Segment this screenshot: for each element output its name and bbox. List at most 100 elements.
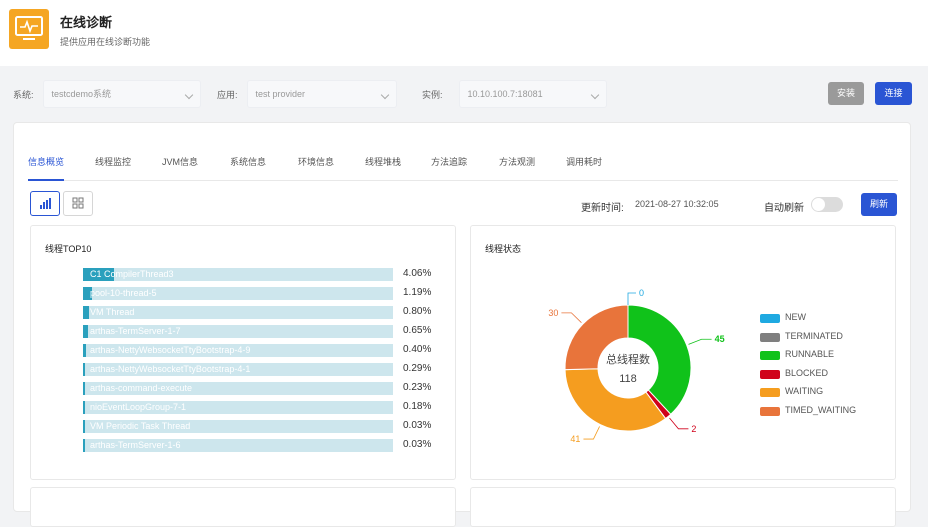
pie-value-label: 45 <box>715 334 725 344</box>
thread-bar-track: arthas-TermServer-1-7 <box>83 325 393 338</box>
monitor-icon <box>9 9 49 49</box>
thread-top10-title: 线程TOP10 <box>45 244 92 254</box>
pie-label-line <box>688 338 712 345</box>
thread-pct: 0.03% <box>403 439 432 450</box>
auto-refresh-toggle[interactable] <box>811 197 843 212</box>
legend-swatch <box>760 388 780 397</box>
app-label: 应用: <box>217 89 238 100</box>
thread-state-card: 线程状态 45 2 41 30 0 总线程数 118 NEW TERMINATED RUNNAB… <box>470 225 896 480</box>
thread-pct: 0.03% <box>403 420 432 431</box>
thread-bar-fill <box>83 325 89 338</box>
thread-bar-track: arthas-NettyWebsocketTtyBootstrap-4-1 <box>83 363 393 376</box>
page-title: 在线诊断 <box>60 15 113 30</box>
pie-value-label: 30 <box>548 308 558 318</box>
tab-system-info[interactable]: 系统信息 <box>230 155 266 181</box>
tab-bar: 信息概览 线程监控 JVM信息 系统信息 环境信息 线程堆栈 方法追踪 方法观测… <box>28 155 898 181</box>
thread-name: VM Periodic Task Thread <box>90 421 191 431</box>
pie-value-label: 41 <box>570 434 580 444</box>
thread-bar-track: C1 CompilerThread3 <box>83 268 393 281</box>
thread-state-donut: 45 2 41 30 0 总线程数 118 <box>548 288 725 444</box>
instance-select[interactable]: 10.10.100.7:18081 <box>458 80 607 108</box>
app-select[interactable]: test provider <box>246 80 397 108</box>
thread-name: VM Thread <box>90 307 135 317</box>
legend-text: BLOCKED <box>785 367 829 378</box>
update-time-label: 更新时间: <box>581 203 624 214</box>
tab-thread-stack[interactable]: 线程堆栈 <box>365 155 401 181</box>
system-select-value: testcdemo系统 <box>51 89 112 99</box>
thread-bar-track: pool-10-thread-5 <box>83 287 393 300</box>
page-subtitle: 提供应用在线诊断功能 <box>60 37 151 47</box>
thread-name: arthas-TermServer-1-6 <box>90 440 181 450</box>
thread-bar-track: arthas-command-execute <box>83 382 393 395</box>
grid-view-toggle[interactable] <box>63 191 93 216</box>
chevron-down-icon <box>590 90 599 100</box>
thread-bar-fill <box>83 439 85 452</box>
system-filter: 系统: testcdemo系统 <box>13 80 201 108</box>
thread-bar-track: arthas-TermServer-1-6 <box>83 439 393 452</box>
chart-view-toggle[interactable] <box>30 191 60 216</box>
tab-method-trace[interactable]: 方法追踪 <box>431 155 467 181</box>
tab-env-info[interactable]: 环境信息 <box>298 155 334 181</box>
lower-left-card <box>30 487 456 527</box>
chevron-down-icon <box>380 90 389 100</box>
thread-pct: 0.29% <box>403 363 432 374</box>
pie-label-line <box>561 312 582 323</box>
system-select[interactable]: testcdemo系统 <box>42 80 201 108</box>
thread-bar-track: arthas-NettyWebsocketTtyBootstrap-4-9 <box>83 344 393 357</box>
thread-pct: 0.80% <box>403 306 432 317</box>
main-panel: 信息概览 线程监控 JVM信息 系统信息 环境信息 线程堆栈 方法追踪 方法观测… <box>13 122 911 527</box>
thread-name: arthas-NettyWebsocketTtyBootstrap-4-9 <box>90 345 251 355</box>
legend-text: TERMINATED <box>785 330 843 341</box>
thread-pct: 0.40% <box>403 344 432 355</box>
legend-text: RUNNABLE <box>785 349 835 359</box>
donut-center-label: 总线程数 <box>606 352 650 366</box>
thread-bar-track: nioEventLoopGroup-7-1 <box>83 401 393 414</box>
refresh-button[interactable]: 刷新 <box>861 193 897 216</box>
thread-pct: 1.19% <box>403 287 432 298</box>
auto-refresh-label: 自动刷新 <box>764 203 804 214</box>
thread-bar-fill <box>83 401 85 414</box>
thread-name: arthas-command-execute <box>90 383 193 393</box>
thread-bar-fill <box>83 420 85 433</box>
thread-pct: 0.23% <box>403 382 432 393</box>
update-time-value: 2021-08-27 10:32:05 <box>635 199 719 209</box>
thread-pct: 0.18% <box>403 401 432 412</box>
thread-top10-card: 线程TOP10 C1 CompilerThread3 4.06% pool-10-t… <box>30 225 456 480</box>
instance-filter: 实例: 10.10.100.7:18081 <box>422 80 607 108</box>
legend-text: TIMED_WAITING <box>785 404 857 415</box>
donut-center-total: 118 <box>619 373 637 385</box>
thread-name: arthas-TermServer-1-7 <box>90 326 181 336</box>
grid-icon <box>72 197 84 209</box>
tab-jvm-info[interactable]: JVM信息 <box>162 155 198 181</box>
instance-select-value: 10.10.100.7:18081 <box>467 89 543 99</box>
pie-label-line <box>583 426 600 440</box>
tab-overview[interactable]: 信息概览 <box>28 155 65 181</box>
thread-name: pool-10-thread-5 <box>90 288 157 298</box>
chevron-down-icon <box>184 90 193 100</box>
thread-bar-fill <box>83 363 86 376</box>
pie-label-line <box>627 292 636 305</box>
legend-swatch <box>760 406 780 416</box>
pie-value-label: 0 <box>639 288 644 298</box>
pie-value-label: 2 <box>691 424 696 434</box>
thread-bar-fill <box>83 344 87 357</box>
thread-name: nioEventLoopGroup-7-1 <box>90 402 187 412</box>
thread-bar-track: VM Periodic Task Thread <box>83 420 393 433</box>
legend-text: WAITING <box>785 386 824 396</box>
page-header: 在线诊断 提供应用在线诊断功能 <box>0 0 928 66</box>
instance-label: 实例: <box>422 89 443 100</box>
install-button[interactable]: 安装 <box>828 82 864 105</box>
thread-bar-track: VM Thread <box>83 306 393 319</box>
thread-bar-fill <box>83 306 90 319</box>
app-filter: 应用: test provider <box>217 80 397 108</box>
legend-swatch <box>760 351 780 360</box>
thread-name: arthas-NettyWebsocketTtyBootstrap-4-1 <box>90 364 251 374</box>
legend-swatch <box>760 314 780 323</box>
app-select-value: test provider <box>255 89 306 99</box>
connect-button[interactable]: 连接 <box>875 82 912 105</box>
tab-call-time[interactable]: 调用耗时 <box>566 155 602 181</box>
pie-slice-waiting[interactable] <box>564 368 667 432</box>
tab-thread-monitor[interactable]: 线程监控 <box>95 155 131 181</box>
tab-method-watch[interactable]: 方法观测 <box>499 155 535 181</box>
lower-right-card <box>470 487 896 527</box>
